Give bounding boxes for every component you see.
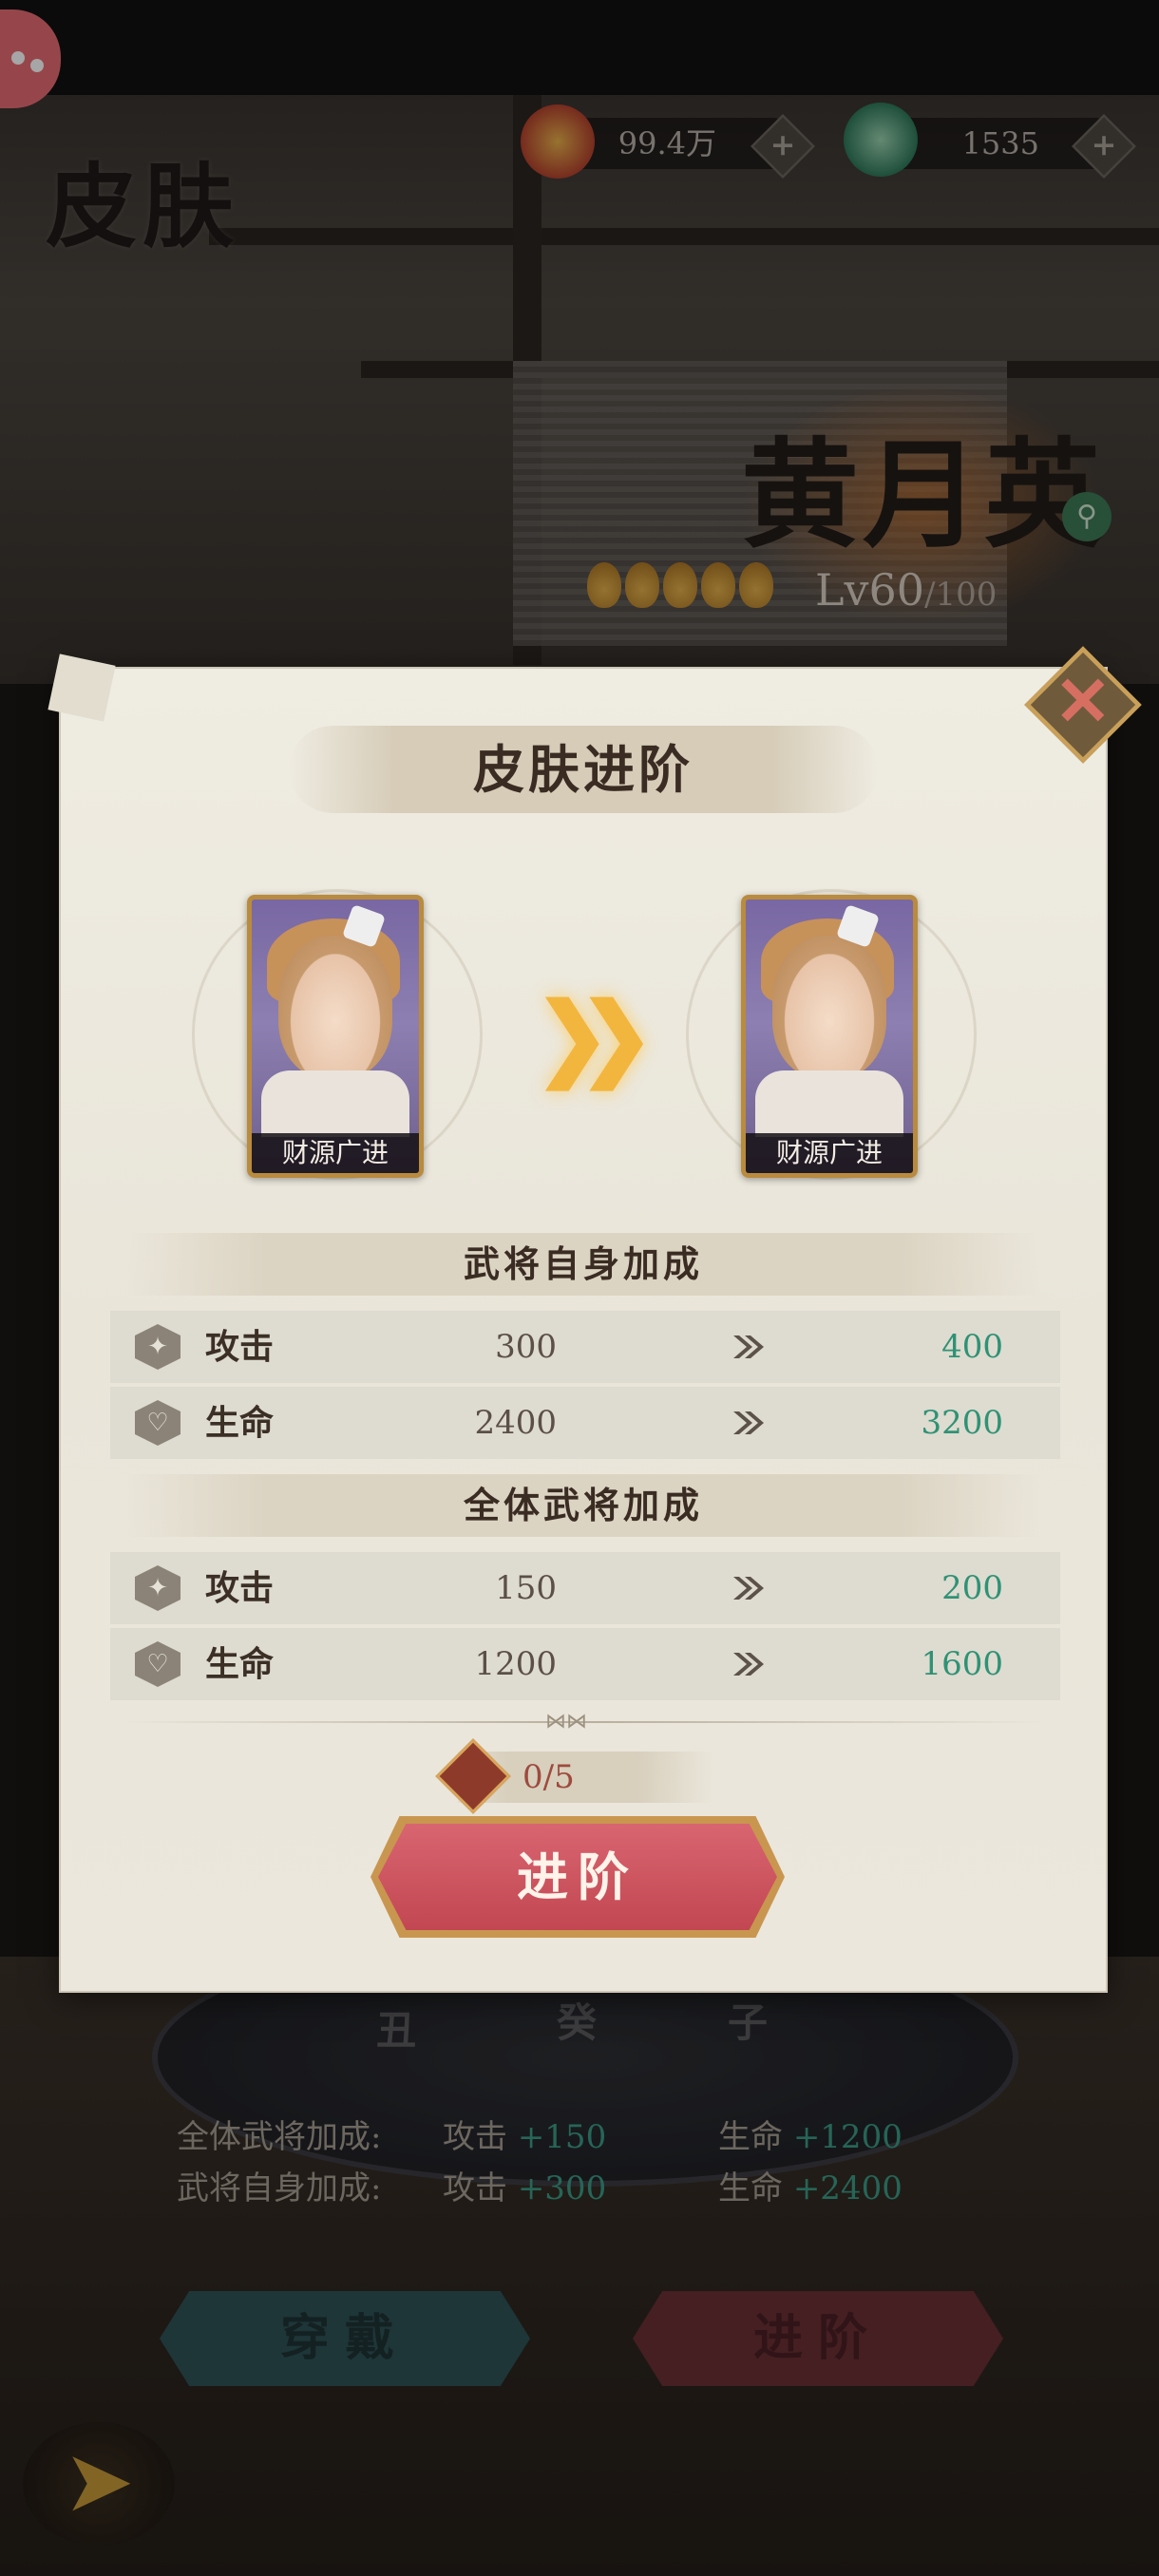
heart-icon: ♡ [135, 1400, 180, 1446]
stat-current: 300 [495, 1328, 557, 1366]
attack-icon: ✦ [135, 1565, 180, 1611]
stat-current: 1200 [474, 1645, 557, 1683]
dialog-title: 皮肤进阶 [473, 739, 694, 800]
section-self-bonus-title: 武将自身加成 [127, 1233, 1039, 1296]
section-all-bonus-title: 全体武将加成 [127, 1474, 1039, 1537]
skin-card-next[interactable]: 财源广进 [741, 895, 918, 1178]
divider-ornament: ⋈⋈ [545, 1710, 587, 1733]
arrow-right-icon [733, 1577, 764, 1600]
skin-card-current[interactable]: 财源广进 [247, 895, 424, 1178]
upgrade-arrow-icon: ❯❯ [534, 982, 655, 1089]
cost-count: 0/5 [522, 1758, 575, 1796]
stat-next: 3200 [921, 1404, 1003, 1442]
arrow-right-icon [733, 1335, 764, 1358]
stat-name: 攻击 [205, 1327, 275, 1367]
advance-button[interactable]: 进阶 [378, 1824, 777, 1930]
stat-row-attack: ✦ 攻击 300 400 [110, 1311, 1060, 1383]
stat-row-hp: ♡ 生命 1200 1600 [110, 1628, 1060, 1700]
attack-icon: ✦ [135, 1324, 180, 1370]
stat-current: 150 [495, 1569, 557, 1607]
dialog-header: 皮肤进阶 [289, 726, 878, 813]
stat-name: 攻击 [205, 1568, 275, 1608]
skin-advance-dialog: 皮肤进阶 财源广进 ❯❯ 财源广进 武将自身加成 ✦ 攻击 300 400 ♡ … [59, 667, 1108, 1993]
stat-row-hp: ♡ 生命 2400 3200 [110, 1387, 1060, 1459]
skin-card-label: 财源广进 [252, 1133, 419, 1173]
arrow-right-icon [733, 1653, 764, 1676]
stat-name: 生命 [205, 1644, 275, 1684]
stat-row-attack: ✦ 攻击 150 200 [110, 1552, 1060, 1624]
advance-button-label: 进阶 [517, 1847, 638, 1907]
heart-icon: ♡ [135, 1641, 180, 1687]
stat-next: 1600 [921, 1645, 1003, 1683]
stat-current: 2400 [474, 1404, 557, 1442]
skin-card-label: 财源广进 [746, 1133, 913, 1173]
arrow-right-icon [733, 1411, 764, 1434]
stat-name: 生命 [205, 1403, 275, 1443]
stat-next: 200 [941, 1569, 1003, 1607]
stat-next: 400 [941, 1328, 1003, 1366]
